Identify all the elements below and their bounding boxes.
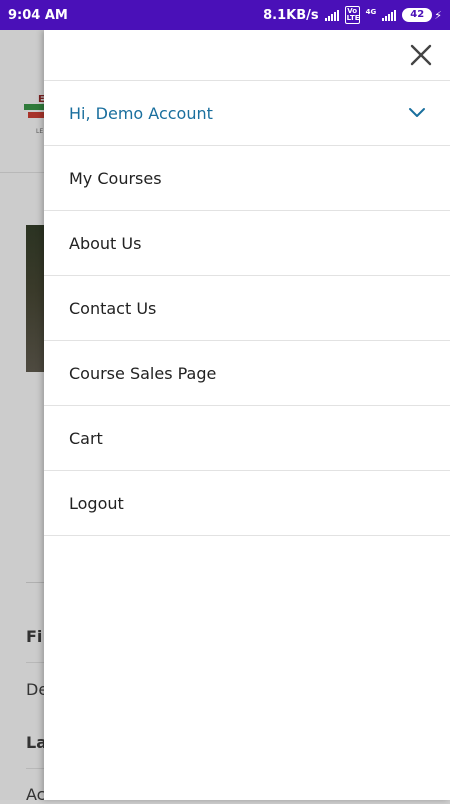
network-speed: 8.1KB/s: [263, 7, 319, 23]
divider: [26, 582, 46, 583]
course-image: [26, 225, 44, 372]
navigation-drawer: Hi, Demo Account My Courses About Us Con…: [44, 30, 450, 800]
account-label: Hi, Demo Account: [69, 103, 213, 123]
volte-icon: Vo LTE: [344, 6, 360, 24]
close-icon[interactable]: [408, 42, 434, 68]
battery-level: 42: [402, 8, 433, 22]
network-type: 4G: [365, 8, 377, 16]
menu-item-label: Cart: [69, 428, 103, 448]
drawer-menu: Hi, Demo Account My Courses About Us Con…: [44, 81, 450, 536]
field-label: La: [26, 733, 44, 752]
menu-item-label: About Us: [69, 233, 142, 253]
menu-item-course-sales-page[interactable]: Course Sales Page: [44, 341, 450, 406]
menu-item-label: Course Sales Page: [69, 363, 217, 383]
status-bar: 9:04 AM 8.1KB/s Vo LTE 4G 42 ⚡: [0, 0, 450, 30]
logo-green-bar: [24, 104, 46, 110]
charging-icon: ⚡: [434, 8, 442, 22]
field-value: Ac: [26, 785, 44, 804]
menu-item-my-courses[interactable]: My Courses: [44, 146, 450, 211]
menu-item-label: Logout: [69, 493, 124, 513]
status-indicators: 8.1KB/s Vo LTE 4G 42 ⚡: [263, 6, 442, 24]
menu-item-about-us[interactable]: About Us: [44, 211, 450, 276]
menu-item-logout[interactable]: Logout: [44, 471, 450, 536]
menu-item-label: My Courses: [69, 168, 162, 188]
logo-small-text: LE: [36, 128, 44, 135]
menu-item-label: Contact Us: [69, 298, 157, 318]
divider: [26, 768, 46, 769]
divider: [26, 662, 46, 663]
field-label: Fi: [26, 627, 43, 646]
signal-icon-2: [382, 9, 397, 21]
menu-item-cart[interactable]: Cart: [44, 406, 450, 471]
drawer-header: [44, 30, 450, 81]
field-value: De: [26, 680, 44, 699]
menu-item-contact-us[interactable]: Contact Us: [44, 276, 450, 341]
account-menu-toggle[interactable]: Hi, Demo Account: [44, 81, 450, 146]
battery-icon: 42 ⚡: [402, 8, 442, 22]
signal-icon: [324, 9, 339, 21]
status-time: 9:04 AM: [8, 7, 68, 23]
chevron-down-icon: [409, 108, 425, 117]
